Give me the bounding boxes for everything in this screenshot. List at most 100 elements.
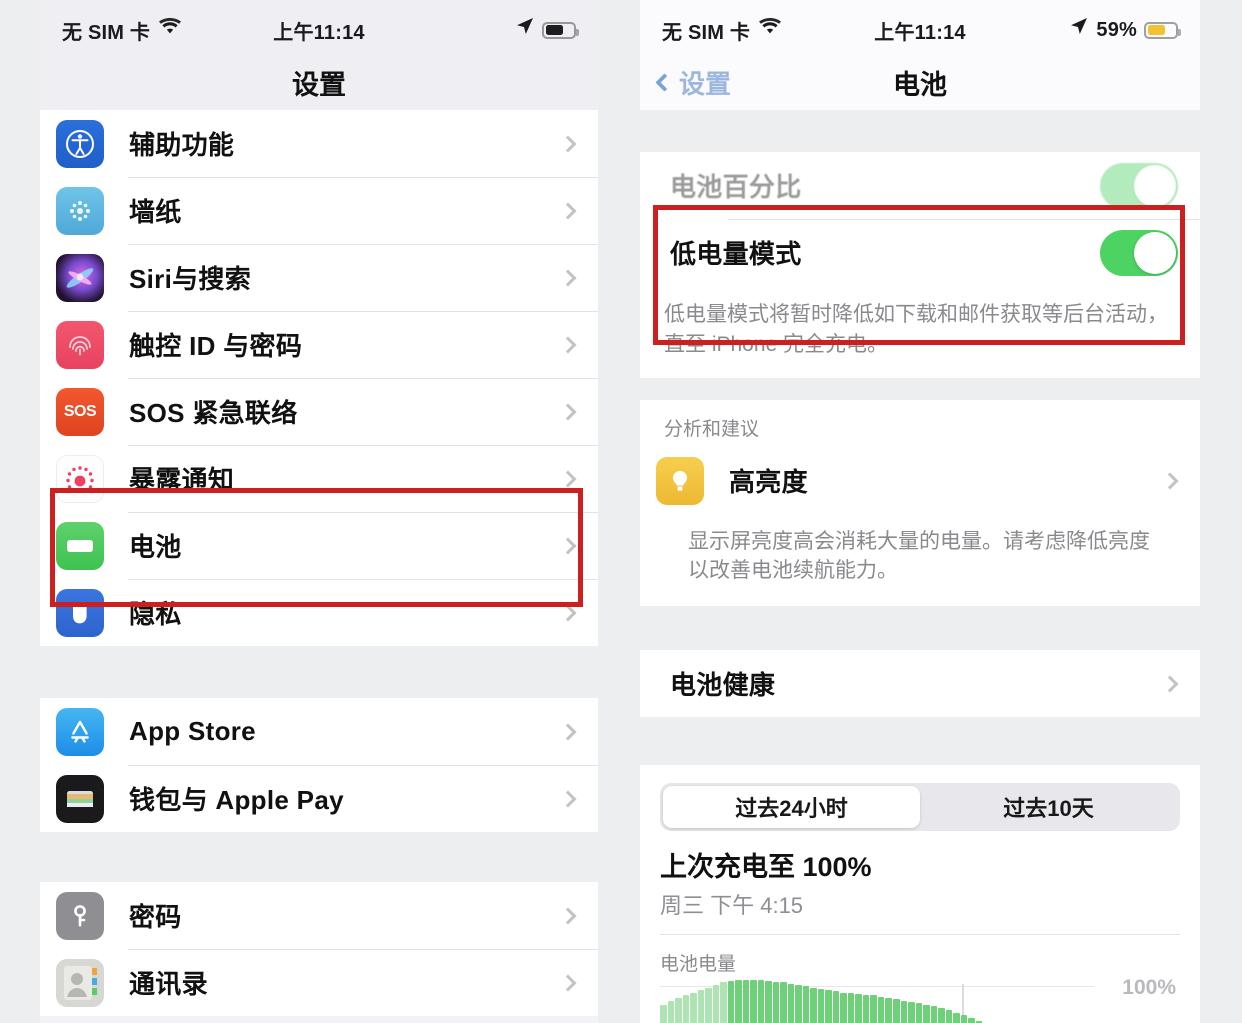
sidebar-item-label: 电池 [129,532,182,562]
status-bar-left-group: 无 SIM 卡 [662,16,874,45]
chevron-right-icon [559,907,577,924]
carrier-label: 无 SIM 卡 [62,21,151,44]
battery-percentage-row[interactable]: 电池百分比 [640,152,1200,219]
insights-header: 分析和建议 [640,399,1200,449]
segment-last-24-hours[interactable]: 过去24小时 [663,786,920,829]
chart-bar [735,980,742,1023]
chevron-right-icon [559,403,577,420]
chart-bar [795,984,802,1023]
sidebar-item-touchid[interactable]: 触控 ID 与密码 [40,311,598,378]
sidebar-item-passwords[interactable]: 密码 [40,882,598,949]
segment-last-10-days[interactable]: 过去10天 [920,786,1177,828]
exposure-notification-icon [56,454,104,503]
battery-health-row[interactable]: 电池健康 [640,650,1200,718]
chart-bar [787,983,795,1023]
sidebar-item-privacy[interactable]: 隐私 [40,579,598,646]
sos-icon: SOS [56,387,104,436]
chevron-right-icon [559,974,577,991]
chart-bars [660,978,1170,1023]
location-arrow-icon [1069,16,1089,42]
last-charge-title: 上次充电至 100% [660,852,872,883]
chart-bar [817,988,825,1023]
chevron-right-icon [559,269,577,286]
sidebar-item-label: 触控 ID 与密码 [129,331,303,361]
sidebar-item-label: 辅助功能 [129,130,235,160]
sidebar-item-label: 墙纸 [129,197,182,227]
wifi-icon [758,18,782,42]
group-spacer [640,606,1200,651]
sidebar-item-app-store[interactable]: App Store [40,698,598,765]
chart-label: 电池电量 [660,954,737,976]
wallpaper-icon [56,186,104,235]
chart-bar [877,996,885,1023]
chevron-right-icon [559,470,577,487]
sidebar-item-exposure-notifications[interactable]: 暴露通知 [40,445,598,512]
chart-bar [750,979,757,1023]
location-arrow-icon [515,16,535,42]
chart-bar [705,987,712,1023]
clock-label: 上午11:14 [273,21,365,44]
battery-level-chart: 电池电量 100% [640,935,1200,1023]
chart-bar [892,999,900,1023]
sidebar-item-siri[interactable]: Siri与搜索 [40,244,598,311]
status-bar-right-group [365,16,580,43]
sidebar-item-label: SOS 紧急联络 [129,398,298,428]
chart-bar [938,1007,945,1023]
chart-bar [675,998,682,1023]
chart-bar [840,992,847,1023]
battery-health-group: 电池健康 [640,650,1200,718]
chart-bar [780,982,787,1023]
low-power-mode-label: 低电量模式 [670,239,802,269]
segmented-control: 过去24小时 过去10天 [660,783,1180,832]
low-power-mode-row[interactable]: 低电量模式 [640,219,1200,286]
chart-bar [923,1004,930,1023]
insight-item-brightness[interactable]: 高亮度 [640,448,1200,513]
status-bar-left: 无 SIM 卡 上午11:14 [40,0,598,54]
page-title: 设置 [292,69,346,100]
appstore-icon [56,707,104,756]
insights-group: 分析和建议 高亮度 显示屏亮度高会消耗大量的电量。请考虑降低亮度以改善电池续航能… [640,399,1200,607]
sidebar-item-contacts[interactable]: 通讯录 [40,949,598,1016]
battery-screen: 无 SIM 卡 上午11:14 59% 设置 电池 电池百分比 低电量模式 低电… [640,0,1200,1023]
sidebar-item-wallet[interactable]: 钱包与 Apple Pay [40,765,598,832]
usage-card: 过去24小时 过去10天 上次充电至 100% 周三 下午 4:15 电池电量 … [640,765,1200,1023]
chart-bar [667,1000,675,1023]
status-bar-right: 无 SIM 卡 上午11:14 59% [640,0,1200,54]
chart-bar [682,995,690,1023]
battery-health-label: 电池健康 [670,670,776,701]
sidebar-item-wallpaper[interactable]: 墙纸 [40,177,598,244]
chart-bar [802,986,810,1023]
battery-toggles-group: 电池百分比 低电量模式 低电量模式将暂时降低如下载和邮件获取等后台活动，直至 i… [640,152,1200,378]
siri-icon [56,253,104,302]
chart-bar [968,1017,975,1023]
chart-bar [825,990,832,1023]
battery-settings-icon [56,521,104,570]
chart-bar [900,1000,908,1023]
low-power-mode-toggle[interactable] [1100,229,1178,276]
chart-bar [727,980,735,1023]
chevron-right-icon [559,135,577,152]
back-button[interactable]: 设置 [640,64,731,101]
sidebar-item-accessibility[interactable]: 辅助功能 [40,110,598,177]
screenshot-root: 无 SIM 卡 上午11:14 设置 辅助功能 墙纸 Siri与搜索 触控 ID… [0,0,1242,1023]
last-charge-subtitle: 周三 下午 4:15 [660,893,804,919]
chart-bar [742,979,750,1023]
accessibility-icon [56,119,104,168]
chart-bar [862,994,870,1023]
chart-bar [960,1015,968,1023]
chart-bar [810,987,817,1023]
group-spacer [640,377,1200,400]
chart-bar [757,980,765,1023]
battery-percentage-toggle[interactable] [1100,162,1178,209]
carrier-label: 无 SIM 卡 [662,21,751,44]
sidebar-item-sos[interactable]: SOS SOS 紧急联络 [40,378,598,445]
last-charge-block: 上次充电至 100% 周三 下午 4:15 [640,837,1200,936]
chevron-right-icon [1161,472,1179,490]
top-spacer [640,110,1200,152]
chart-bar [847,993,855,1023]
group-spacer [640,717,1200,766]
chart-bar [690,992,697,1023]
sidebar-item-battery[interactable]: 电池 [40,512,598,579]
chart-bar [832,991,840,1023]
chart-bar [697,990,705,1023]
